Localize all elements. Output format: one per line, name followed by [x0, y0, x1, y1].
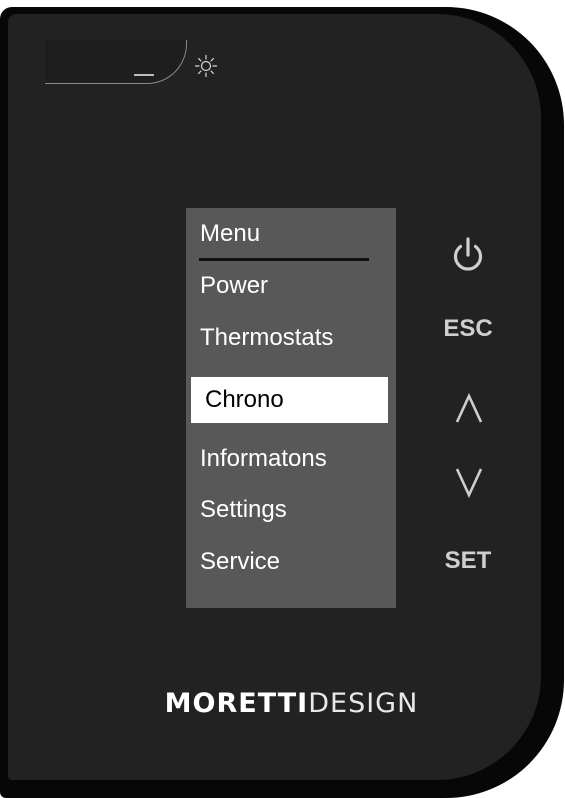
down-arrow-icon — [455, 468, 483, 499]
brand-logo-light: DESIGN — [308, 688, 419, 719]
sensor-indicator-dash — [134, 74, 154, 76]
menu-item-chrono[interactable]: Chrono — [191, 377, 388, 423]
menu-item-thermostats[interactable]: Thermostats — [200, 324, 333, 352]
menu-title: Menu — [200, 220, 261, 247]
down-button[interactable] — [454, 466, 484, 499]
power-icon — [453, 237, 483, 271]
menu-item-power[interactable]: Power — [200, 272, 268, 300]
power-button[interactable] — [447, 234, 489, 276]
up-arrow-icon — [455, 392, 483, 423]
up-button[interactable] — [454, 392, 484, 425]
menu-item-settings[interactable]: Settings — [200, 496, 287, 524]
brand-logo-bold: MORETTI — [164, 688, 309, 719]
light-sensor-window — [45, 40, 187, 84]
menu-title-divider — [199, 258, 369, 261]
brand-logo: MORETTIDESIGN — [0, 688, 565, 719]
sun-icon — [194, 54, 218, 78]
display-screen: Menu Power Thermostats Chrono Informaton… — [186, 208, 396, 608]
esc-button[interactable]: ESC — [438, 313, 498, 345]
menu-item-informations[interactable]: Informatons — [200, 445, 327, 473]
set-button[interactable]: SET — [438, 545, 498, 577]
menu-item-service[interactable]: Service — [200, 548, 280, 576]
